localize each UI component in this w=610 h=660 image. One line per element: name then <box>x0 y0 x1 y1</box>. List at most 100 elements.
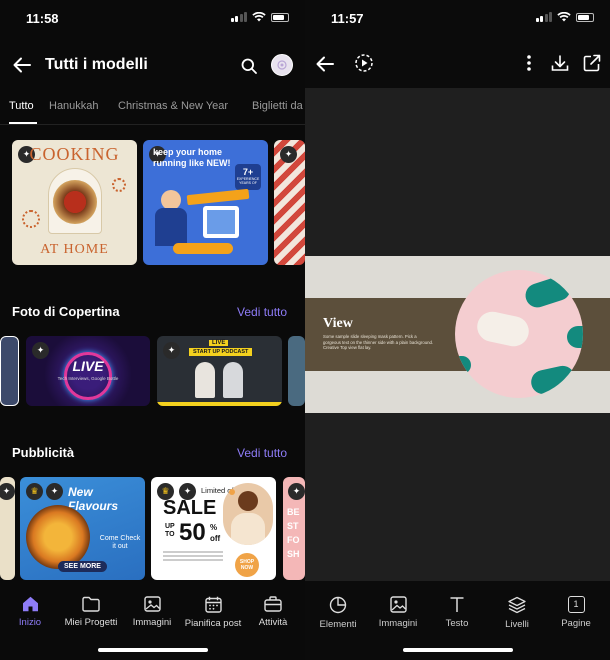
shop-now-badge: SHOP NOW <box>235 553 259 577</box>
host-right <box>223 362 243 398</box>
sale-percent: 50 <box>179 519 206 546</box>
bottom-nav: Inizio Miei Progetti Immagini Pianifica … <box>0 590 305 640</box>
status-bar: 11:57 <box>305 0 610 38</box>
mask-white <box>474 308 532 350</box>
partial-ad-text: BE ST FO SH <box>287 507 300 559</box>
mask-teal-3 <box>567 326 583 348</box>
premium-icon: ✦ <box>280 146 297 163</box>
crown-icon: ♛ <box>26 483 43 500</box>
header: Tutti i modelli <box>0 48 305 84</box>
tab-tutto[interactable]: Tutto <box>9 100 34 112</box>
left-screen: 11:58 Tutti i modelli Tutto Hanukkah Chr… <box>0 0 305 660</box>
cover-card-partial-left[interactable] <box>0 336 19 406</box>
wifi-icon <box>557 12 571 22</box>
avatar[interactable] <box>271 54 293 76</box>
sale-percent-sign: % <box>210 523 218 532</box>
sleep-mask-image[interactable] <box>455 270 583 398</box>
tool-layers[interactable]: Livelli <box>487 596 547 630</box>
cover-card-podcast[interactable]: ✦ LIVE START UP PODCAST <box>157 336 282 406</box>
preview-play-icon[interactable] <box>353 52 375 74</box>
premium-icon: ✦ <box>288 483 305 500</box>
home-indicator <box>97 648 208 652</box>
premium-icon: ✦ <box>163 342 180 359</box>
briefcase-icon <box>264 596 282 612</box>
cta-pill <box>173 243 233 254</box>
see-all-ads[interactable]: Vedi tutto <box>237 446 287 460</box>
search-icon[interactable] <box>238 55 260 77</box>
live-subtitle: Tech Interviews, Google Bottle <box>57 376 119 381</box>
layers-icon <box>508 596 526 614</box>
battery-icon <box>271 12 289 22</box>
image-icon <box>143 596 161 612</box>
flavours-sub: Come Check it out <box>99 535 141 550</box>
banner-title[interactable]: View <box>323 316 353 332</box>
status-bar: 11:58 <box>0 0 305 38</box>
editor-canvas[interactable]: View Some sample slide sleeping mask pat… <box>305 88 610 581</box>
sale-title: SALE <box>163 497 217 519</box>
tabs-divider <box>0 124 305 125</box>
cooking-subtitle: AT HOME <box>40 242 109 257</box>
signal-icon <box>230 12 247 22</box>
nav-my-projects[interactable]: Miei Progetti <box>56 596 126 628</box>
status-time: 11:58 <box>26 11 59 26</box>
tab-biglietti[interactable]: Biglietti da <box>252 100 303 112</box>
tool-pages[interactable]: 1 Pagine <box>546 596 606 629</box>
section-title-cover: Foto di Copertina <box>12 304 120 319</box>
template-card-home-repair[interactable]: ✦ keep your home running like NEW! 7+ EX… <box>143 140 268 265</box>
text-icon <box>450 597 464 612</box>
back-arrow-icon[interactable] <box>11 54 33 76</box>
tool-elements[interactable]: Elementi <box>308 596 368 630</box>
premium-icon: ✦ <box>32 342 49 359</box>
home-indicator <box>402 648 513 652</box>
ad-card-flavours[interactable]: ♛ ✦ New Flavours Come Check it out SEE M… <box>20 477 145 580</box>
experience-badge: 7+ EXPERIENCE YEARS OF <box>235 164 261 190</box>
pages-icon: 1 <box>567 596 585 613</box>
battery-icon <box>576 12 594 22</box>
design-banner[interactable]: View Some sample slide sleeping mask pat… <box>305 256 610 413</box>
worker-body <box>155 208 187 246</box>
tool-text[interactable]: Testo <box>427 596 487 629</box>
mask-teal-2 <box>528 363 578 397</box>
folder-icon <box>82 596 100 612</box>
ad-card-partial-right[interactable]: ✦ BE ST FO SH <box>283 477 305 580</box>
host-left <box>195 362 215 398</box>
template-card-cooking[interactable]: ✦ COOKING AT HOME <box>12 140 137 265</box>
tab-christmas[interactable]: Christmas & New Year <box>118 100 228 112</box>
page-title: Tutti i modelli <box>45 56 148 73</box>
cover-card-live[interactable]: ✦ LIVE Tech Interviews, Google Bottle <box>26 336 150 406</box>
cover-card-partial-right[interactable] <box>288 336 305 406</box>
podcast-title: START UP PODCAST <box>189 348 253 356</box>
template-card-partial[interactable]: ✦ <box>274 140 305 265</box>
share-icon[interactable] <box>581 52 603 74</box>
wrench-graphic <box>186 188 250 206</box>
nav-activity[interactable]: Attività <box>238 596 305 628</box>
flavours-title: New Flavours <box>68 485 119 513</box>
nav-images[interactable]: Immagini <box>117 596 187 628</box>
home-repair-headline: keep your home running like NEW! <box>153 147 231 168</box>
section-title-ads: Pubblicità <box>12 445 75 460</box>
decor-circle-left <box>22 210 40 228</box>
banner-body[interactable]: Some sample slide sleeping mask pattern.… <box>323 334 435 351</box>
ad-card-sale[interactable]: ♛ ✦ Limited offer SALE UP TO 50 % off SH… <box>151 477 276 580</box>
download-icon[interactable] <box>549 52 571 74</box>
mask-teal-1 <box>522 273 574 311</box>
sale-off: off <box>210 534 221 543</box>
drink-image <box>26 505 90 569</box>
worker-head <box>161 190 181 210</box>
shapes-icon <box>329 596 347 614</box>
premium-icon: ✦ <box>46 483 63 500</box>
see-more-button: SEE MORE <box>58 561 107 572</box>
tool-images[interactable]: Immagini <box>368 596 428 629</box>
premium-icon: ✦ <box>0 483 15 500</box>
status-time: 11:57 <box>331 11 364 26</box>
more-options-icon[interactable] <box>519 52 539 74</box>
mask-teal-4 <box>455 356 471 374</box>
image-icon <box>389 596 407 613</box>
see-all-cover[interactable]: Vedi tutto <box>237 305 287 319</box>
tab-hanukkah[interactable]: Hanukkah <box>49 100 99 112</box>
ad-card-partial-left[interactable]: ✦ <box>0 477 15 580</box>
editor-header <box>305 48 610 84</box>
home-icon <box>22 596 38 612</box>
live-title: LIVE <box>72 358 104 374</box>
back-arrow-icon[interactable] <box>314 53 336 75</box>
